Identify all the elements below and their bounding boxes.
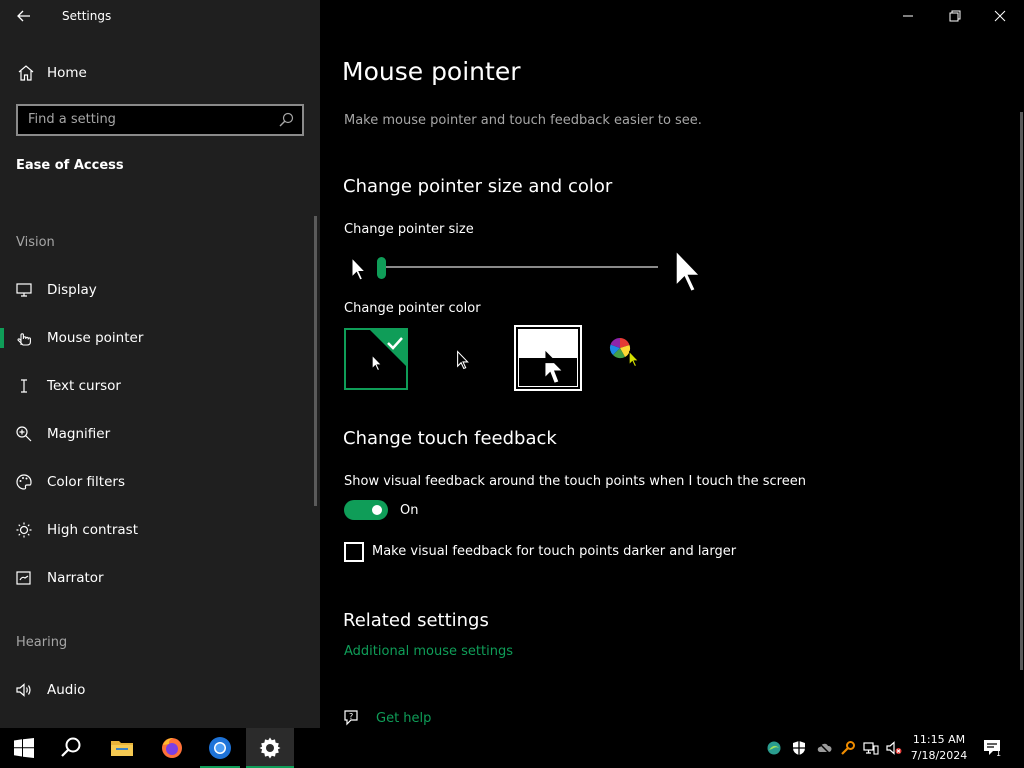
taskbar-search-button[interactable] [48,728,96,768]
taskbar-chrome[interactable] [196,728,244,768]
group-label-hearing: Hearing [16,635,68,650]
sidebar-item-label: Display [47,282,97,298]
active-indicator [0,328,4,348]
sidebar-item-label: Audio [47,682,86,698]
pointer-section-heading: Change pointer size and color [343,176,613,197]
minimize-icon[interactable] [896,6,920,26]
pointer-color-white-option[interactable] [344,328,408,390]
hand-pointer-icon [17,333,31,346]
clock-date: 7/18/2024 [910,749,968,762]
taskbar: 1 [0,728,1024,768]
darker-feedback-checkbox[interactable] [344,542,364,562]
page-description: Make mouse pointer and touch feedback ea… [344,113,702,128]
custom-pointer-icon [629,350,639,367]
touch-section-heading: Change touch feedback [343,428,557,449]
volume-muted-icon[interactable] [886,740,902,756]
brightness-icon [16,522,32,538]
pointer-size-slider-track[interactable] [382,266,658,268]
monitor-icon [16,283,32,297]
related-settings-heading: Related settings [343,610,489,631]
search-icon[interactable] [278,112,294,128]
clock-time: 11:15 AM [912,733,966,746]
inverted-swatch [518,329,578,387]
inverted-pointer-icon [545,350,562,383]
windows-logo-icon [14,738,34,758]
checkbox-label: Make visual feedback for touch points da… [372,544,737,559]
firefox-icon [162,738,182,758]
sidebar-item-label: Home [47,65,87,81]
group-label-vision: Vision [16,235,55,250]
edge-tray-icon[interactable] [766,740,782,756]
taskbar-firefox[interactable] [148,728,196,768]
notification-count: 1 [996,749,1001,757]
app-title: Settings [62,9,112,23]
toggle-state-label: On [400,503,419,518]
notification-center-icon[interactable]: 1 [983,739,1003,757]
svg-text:?: ? [349,712,353,721]
page-title: Mouse pointer [342,57,521,86]
pointer-color-black-option[interactable] [430,328,494,390]
sidebar-item-color-filters[interactable]: Color filters [0,462,310,502]
sidebar-item-label: Text cursor [47,378,121,394]
search-placeholder: Find a setting [28,112,116,127]
help-chat-icon: ? [344,710,358,726]
pointer-color-inverted-option[interactable] [514,325,582,391]
small-pointer-icon [351,256,367,281]
sidebar-scrollbar[interactable] [314,216,317,506]
additional-mouse-settings-link[interactable]: Additional mouse settings [344,644,513,659]
chrome-icon [209,737,231,759]
narrator-icon [16,571,31,585]
main-panel: Mouse pointer Make mouse pointer and tou… [320,0,1024,728]
white-pointer-icon [372,354,382,371]
sidebar-item-audio[interactable]: Audio [0,670,310,710]
taskbar-file-explorer[interactable] [98,728,146,768]
cloud-icon[interactable] [816,740,832,756]
get-help-link[interactable]: Get help [376,711,431,726]
sidebar-item-label: High contrast [47,522,138,538]
sidebar-item-text-cursor[interactable]: Text cursor [0,366,310,406]
pointer-color-label: Change pointer color [344,301,481,316]
shield-icon[interactable] [791,740,807,756]
touch-feedback-toggle[interactable] [344,500,388,520]
start-button[interactable] [0,728,48,768]
sidebar-item-home[interactable]: Home [0,56,320,90]
palette-icon [16,474,32,490]
restore-icon[interactable] [942,6,966,26]
toggle-knob [372,505,382,515]
section-heading: Ease of Access [16,158,124,173]
pointer-color-custom-option[interactable] [606,328,670,390]
title-bar: Settings [0,0,320,32]
taskbar-settings[interactable] [246,728,294,768]
home-icon [18,65,34,81]
search-icon [61,737,81,757]
magnifier-icon [16,426,32,442]
large-pointer-icon [674,247,703,293]
network-icon[interactable] [863,740,879,756]
sidebar-item-high-contrast[interactable]: High contrast [0,510,310,550]
sidebar-item-label: Magnifier [47,426,111,442]
main-scrollbar[interactable] [1020,112,1023,670]
pointer-size-label: Change pointer size [344,222,474,237]
sidebar-item-label: Mouse pointer [47,330,144,346]
taskbar-clock[interactable]: 11:15 AM 7/18/2024 [904,732,974,764]
sidebar-item-label: Color filters [47,474,125,490]
black-pointer-icon [457,350,469,370]
sidebar-item-label: Narrator [47,570,104,586]
text-cursor-icon [21,379,27,393]
sidebar-item-narrator[interactable]: Narrator [0,558,310,598]
sidebar-item-display[interactable]: Display [0,270,310,310]
gear-icon [259,737,281,759]
back-arrow-icon[interactable] [14,6,34,26]
sidebar-item-magnifier[interactable]: Magnifier [0,414,310,454]
pointer-size-slider-thumb[interactable] [377,257,386,279]
sidebar: Settings Home Find a setting Ease of Acc… [0,0,320,728]
speaker-icon [16,683,31,697]
folder-icon [111,741,133,756]
search-input[interactable]: Find a setting [16,104,304,136]
touch-feedback-label: Show visual feedback around the touch po… [344,474,806,489]
key-icon[interactable] [840,740,856,756]
sidebar-item-mouse-pointer[interactable]: Mouse pointer [0,318,310,358]
close-icon[interactable] [988,6,1012,26]
